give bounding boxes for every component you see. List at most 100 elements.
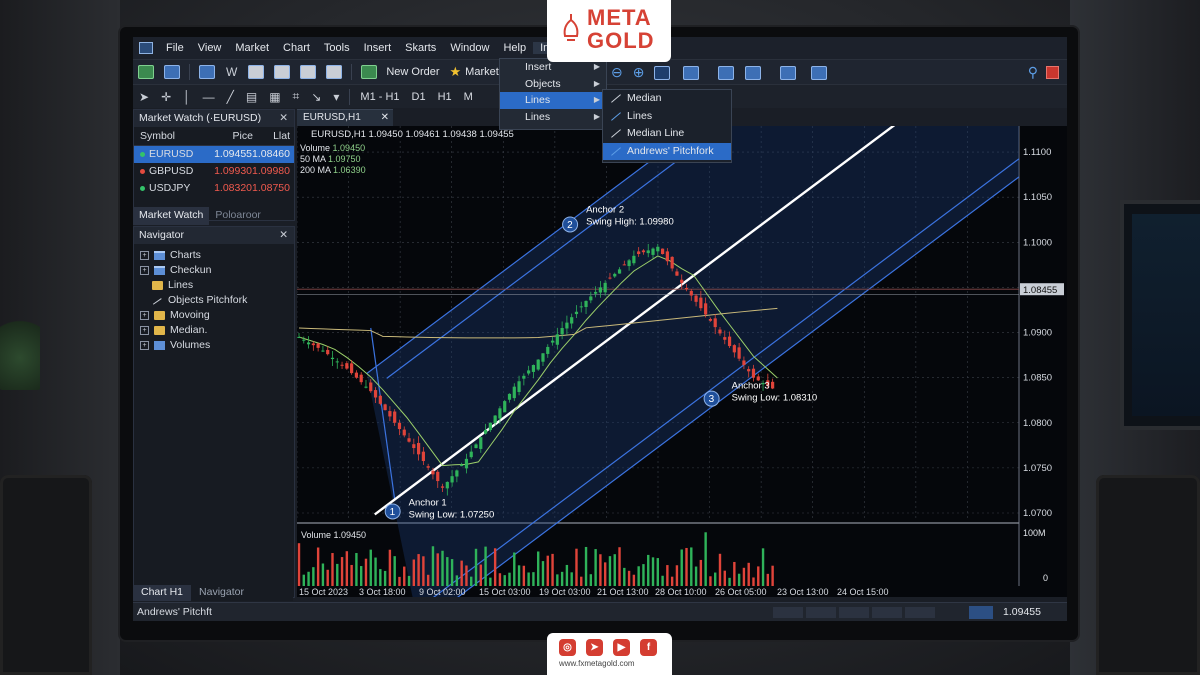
telegram-icon[interactable]: ➤ (586, 639, 603, 656)
volume-bar (474, 548, 478, 586)
candle-body (656, 246, 660, 252)
candle-body (450, 476, 454, 483)
column-last[interactable]: Llat (253, 127, 294, 145)
zoom-in-icon[interactable]: ⊕ (633, 64, 645, 81)
nav-item-median[interactable]: + Median. (134, 323, 294, 338)
anchor-desc: Swing High: 1.09980 (586, 216, 674, 227)
grid-icon[interactable] (811, 65, 828, 80)
chart-canvas[interactable]: Volume 1.09450 100M 0 1.1100 1.1050 1.1000 1.0… (297, 126, 1067, 597)
new-order-icon[interactable] (361, 65, 378, 79)
search-icon[interactable]: ⚲ (1028, 64, 1038, 81)
channel-icon[interactable]: ▤ (246, 90, 257, 104)
menu-item-objects[interactable]: Objects ▶ (500, 76, 606, 93)
menu-item-lines[interactable]: Lines ▶ (500, 92, 606, 109)
candle-body (670, 256, 674, 269)
text-tool-icon[interactable]: ▾ (333, 90, 339, 104)
volume-bar (613, 554, 616, 586)
menu-tools[interactable]: Tools (317, 42, 357, 54)
anchor-number: 1 (390, 507, 396, 518)
star-icon[interactable]: ★ (450, 64, 462, 80)
volume-bar (752, 577, 755, 586)
facebook-icon[interactable]: f (640, 639, 657, 656)
periods-icon[interactable] (745, 65, 762, 80)
menu-item-andrews-pitchfork[interactable]: Andrews' Pitchfork (603, 142, 731, 160)
volume-bar (498, 573, 502, 586)
nav-item-movoing[interactable]: + Movoing (134, 308, 294, 323)
nav-item-objects-pitchfork[interactable]: Objects Pitchfork (134, 293, 294, 308)
nav-item-lines[interactable]: Lines (134, 278, 294, 293)
tb-w-label[interactable]: W (226, 65, 237, 79)
new-order-button[interactable]: New Order (386, 66, 439, 78)
price-chart[interactable]: Volume 1.09450 100M 0 1.1100 1.1050 1.1000 1.0… (297, 126, 1067, 597)
copy-icon[interactable] (274, 65, 291, 79)
timeframe-m[interactable]: M (464, 91, 473, 103)
volume-bar (642, 564, 645, 586)
save-icon[interactable] (326, 65, 343, 79)
cursor-icon[interactable]: ➤ (139, 90, 149, 104)
template-icon[interactable] (300, 65, 317, 79)
shapes-icon[interactable]: ⌗ (293, 89, 300, 104)
candle-body (637, 251, 641, 255)
volume-bar (417, 554, 420, 586)
arrow-tool-icon[interactable]: ↘ (311, 90, 321, 104)
new-chart-icon[interactable] (138, 65, 154, 79)
profiles-icon[interactable] (164, 65, 180, 79)
crosshair-icon[interactable] (654, 65, 671, 80)
table-row[interactable]: USDJPY 1.08320 1.08750 (134, 180, 294, 197)
menu-item-median[interactable]: Median (603, 90, 731, 108)
menu-item-median-line[interactable]: Median Line (603, 125, 731, 143)
youtube-icon[interactable]: ▶ (613, 639, 630, 656)
tab-navigator[interactable]: Navigator (191, 585, 252, 601)
menu-file[interactable]: File (159, 42, 191, 54)
candle-body (364, 386, 368, 388)
menu-insert[interactable]: Insert (357, 42, 399, 54)
vertical-line-icon[interactable]: │ (183, 90, 191, 104)
menu-view[interactable]: View (191, 42, 229, 54)
close-icon[interactable]: ✕ (381, 110, 389, 126)
bar-chart-icon[interactable] (683, 65, 700, 80)
horizontal-line-icon[interactable]: — (203, 90, 215, 104)
fibonacci-icon[interactable]: ▦ (269, 90, 280, 104)
volume-bar (398, 576, 401, 586)
menu-market[interactable]: Market (228, 42, 276, 54)
market-button[interactable]: Market (465, 66, 499, 78)
table-row[interactable]: EURUSD 1.09455 1.08460 (134, 146, 294, 163)
close-icon[interactable]: ✕ (279, 110, 288, 127)
volume-bar (757, 566, 760, 586)
close-icon[interactable] (1046, 66, 1059, 79)
close-icon[interactable]: ✕ (279, 227, 288, 244)
zoom-out-icon[interactable]: ⊖ (611, 64, 623, 81)
candle-body (680, 279, 684, 283)
menu-window[interactable]: Window (443, 42, 496, 54)
column-price[interactable]: Pice (212, 127, 253, 145)
nav-item-charts[interactable]: + Charts (134, 248, 294, 263)
trendline-icon[interactable]: ╱ (227, 90, 234, 104)
nav-item-checkun[interactable]: + Checkun (134, 263, 294, 278)
menu-skarts[interactable]: Skarts (398, 42, 443, 54)
chart-tab[interactable]: EURUSD,H1 ✕ (297, 109, 393, 126)
menu-item-lines-sub[interactable]: Lines (603, 108, 731, 126)
menu-item-lines-2[interactable]: Lines ▶ (500, 109, 606, 126)
instagram-icon[interactable]: ◎ (559, 639, 576, 656)
tab-chart-h1[interactable]: Chart H1 (133, 585, 192, 601)
column-symbol[interactable]: Symbol (134, 127, 212, 145)
menu-help[interactable]: Help (496, 42, 533, 54)
candles-icon[interactable] (718, 65, 735, 80)
menu-chart[interactable]: Chart (276, 42, 317, 54)
nav-item-volumes[interactable]: + Volumes (134, 338, 294, 353)
timeframe-d1[interactable]: D1 (412, 91, 426, 103)
table-row[interactable]: GBPUSD 1.09930 1.09980 (134, 163, 294, 180)
candle-body (350, 363, 354, 374)
volume-bar (503, 575, 506, 586)
tab-poloaroor[interactable]: Poloaroor (209, 207, 267, 225)
crosshair-tool-icon[interactable]: ✛ (161, 90, 171, 104)
timeframe-h1[interactable]: H1 (438, 91, 452, 103)
diamond-icon[interactable] (248, 65, 265, 79)
window-icon[interactable] (199, 65, 215, 79)
logo-text: META GOLD (587, 5, 655, 53)
templates-icon[interactable] (780, 65, 797, 80)
timeframe-m1-h1[interactable]: M1 - H1 (360, 91, 399, 103)
y-tick-label: 1.1100 (1023, 147, 1051, 158)
tab-market-watch[interactable]: Market Watch (133, 207, 210, 225)
volume-bar (479, 564, 482, 586)
